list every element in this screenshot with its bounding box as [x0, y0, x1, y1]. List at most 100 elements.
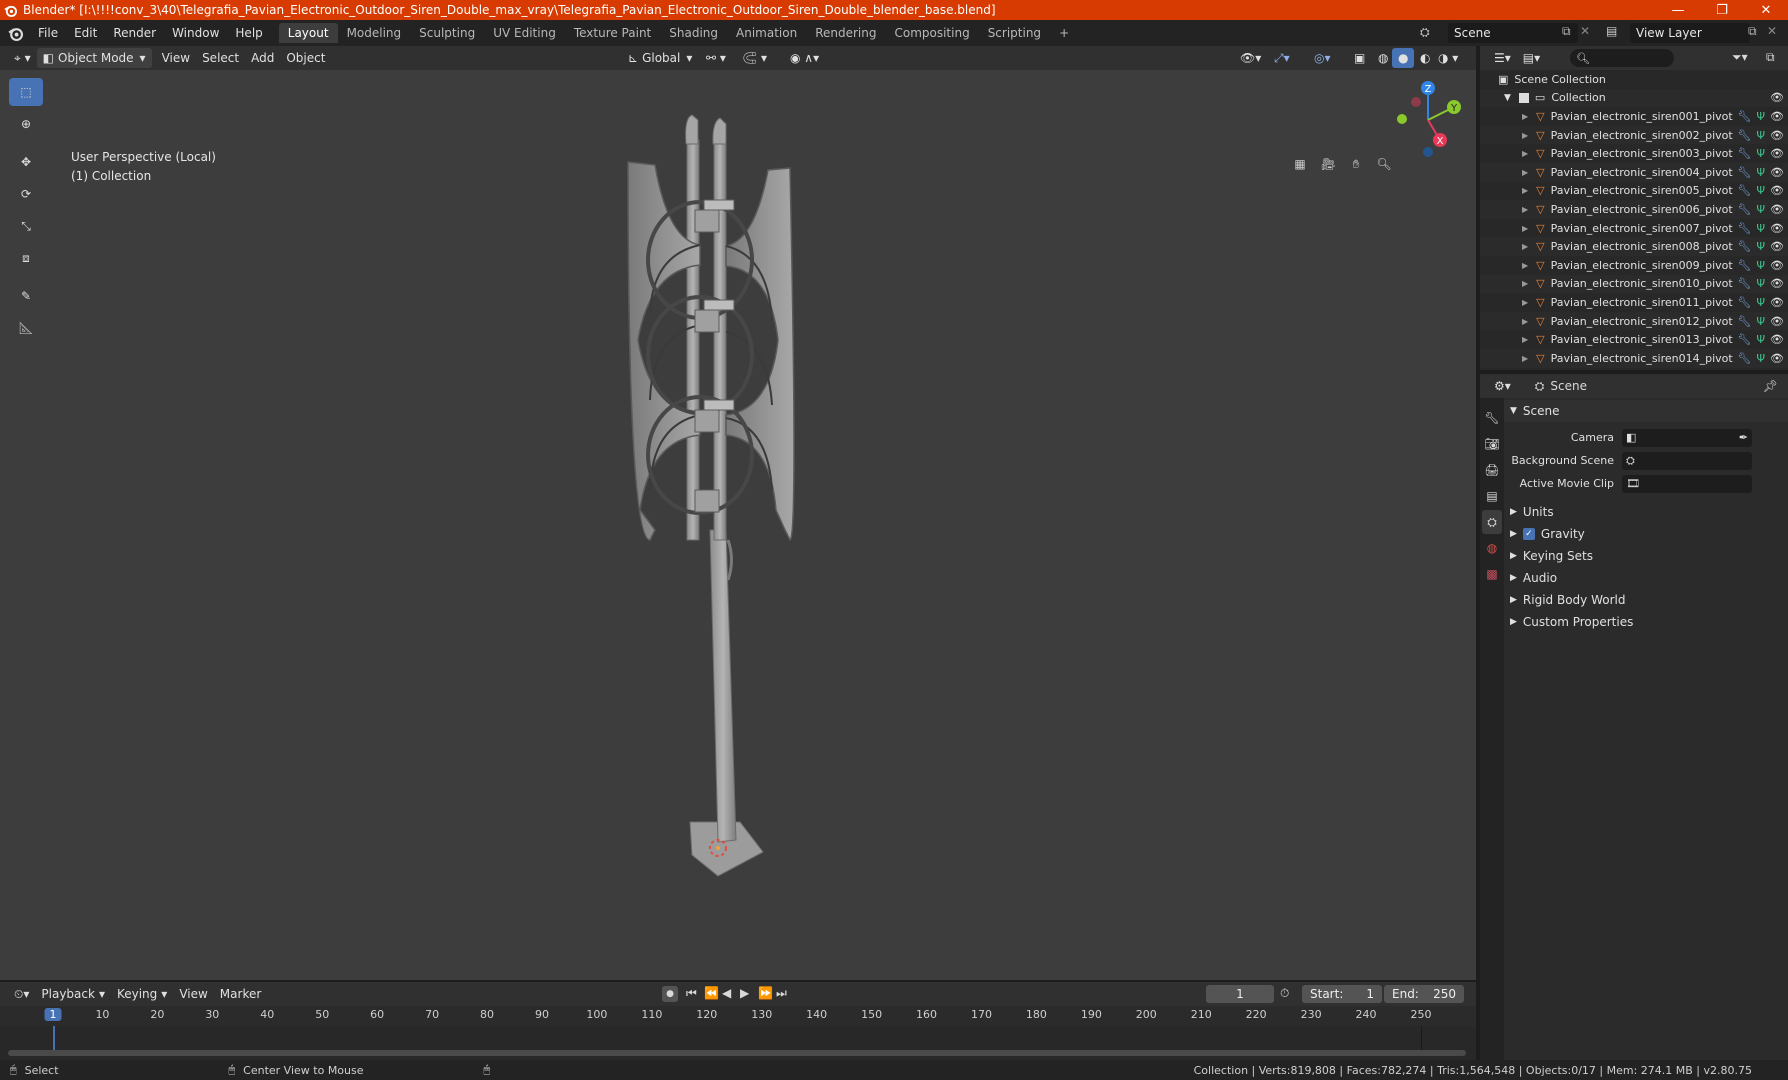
expand-arrow-icon[interactable]: ▶ — [1522, 261, 1528, 270]
zoom-view-icon[interactable]: 🔍︎ — [1370, 152, 1398, 176]
outliner-object-row[interactable]: ▶ ▽ Pavian_electronic_siren014_pivot 🔧︎ Ψ 👁︎ — [1480, 348, 1788, 368]
expand-arrow-icon[interactable]: ▶ — [1522, 112, 1528, 121]
outliner-editor-icon[interactable]: ☰▾ — [1488, 48, 1517, 68]
expand-arrow-icon[interactable]: ▶ — [1522, 224, 1528, 233]
modifier-wrench-icon[interactable]: 🔧︎ — [1737, 333, 1751, 346]
proportional-edit-icon[interactable]: ◉ ∧▾ — [784, 48, 825, 68]
expand-arrow-icon[interactable]: ▶ — [1522, 149, 1528, 158]
scale-tool[interactable]: ⤡ — [9, 212, 43, 240]
tab-sculpting[interactable]: Sculpting — [410, 23, 484, 43]
eyedropper-icon[interactable]: ✒ — [1739, 431, 1748, 444]
timeline-body[interactable] — [0, 1026, 1476, 1060]
vertex-group-icon[interactable]: Ψ — [1756, 315, 1765, 328]
visibility-eye-icon[interactable]: 👁︎ — [1770, 222, 1784, 235]
navigation-gizmo[interactable]: Z Y X — [1388, 80, 1468, 160]
gravity-checkbox[interactable]: ✓ — [1522, 528, 1535, 540]
scene-collection-row[interactable]: ▣ Scene Collection — [1480, 70, 1788, 89]
gizmo-toggle-icon[interactable]: ⤢▾ — [1268, 48, 1296, 68]
menu-render[interactable]: Render — [105, 26, 164, 40]
vertex-group-icon[interactable]: Ψ — [1756, 166, 1765, 179]
output-tab-icon[interactable]: 🖨︎ — [1482, 458, 1502, 482]
new-scene-icon[interactable]: ⧉ — [1562, 24, 1571, 39]
rigid-body-world-panel[interactable]: ▶ Rigid Body World — [1504, 589, 1788, 611]
menu-marker[interactable]: Marker — [214, 984, 267, 1004]
modifier-wrench-icon[interactable]: 🔧︎ — [1737, 203, 1751, 216]
expand-arrow-icon[interactable]: ▶ — [1522, 131, 1528, 140]
background-scene-field[interactable]: ⛭ — [1622, 451, 1752, 470]
visibility-icon[interactable]: 👁︎▾ — [1234, 48, 1267, 68]
next-keyframe-button[interactable]: ⏩ — [758, 986, 773, 1000]
vertex-group-icon[interactable]: Ψ — [1756, 203, 1765, 216]
scene-tab-icon[interactable]: ⛭ — [1482, 510, 1502, 534]
vertex-group-icon[interactable]: Ψ — [1756, 184, 1765, 197]
outliner-object-row[interactable]: ▶ ▽ Pavian_electronic_siren002_pivot 🔧︎ Ψ 👁︎ — [1480, 125, 1788, 145]
annotate-tool[interactable]: ✎ — [9, 282, 43, 310]
transform-orientation-dropdown[interactable]: ⊾ Global ▾ — [622, 48, 698, 68]
outliner-object-row[interactable]: ▶ ▽ Pavian_electronic_siren006_pivot 🔧︎ Ψ 👁︎ — [1480, 200, 1788, 219]
remove-scene-icon[interactable]: ✕ — [1580, 24, 1590, 38]
start-frame-field[interactable]: Start: 1 — [1302, 985, 1382, 1003]
tab-rendering[interactable]: Rendering — [806, 23, 885, 43]
modifier-wrench-icon[interactable]: 🔧︎ — [1737, 110, 1751, 123]
vertex-group-icon[interactable]: Ψ — [1756, 296, 1765, 309]
modifier-wrench-icon[interactable]: 🔧︎ — [1737, 259, 1751, 272]
outliner-search-input[interactable]: 🔍︎ — [1570, 49, 1674, 67]
view-layer-selector[interactable]: View Layer — [1630, 23, 1750, 43]
new-view-layer-icon[interactable]: ⧉ — [1748, 24, 1757, 39]
outliner-object-row[interactable]: ▶ ▽ Pavian_electronic_siren005_pivot 🔧︎ Ψ 👁︎ — [1480, 182, 1788, 201]
timeline-ruler[interactable]: 1 10 20 30 40 50 60 70 80 90 100 110 120 130 140 150 160… — [0, 1006, 1476, 1026]
visibility-eye-icon[interactable]: 👁︎ — [1770, 203, 1784, 216]
new-collection-icon[interactable]: ⧉ — [1766, 50, 1775, 65]
menu-select[interactable]: Select — [196, 48, 245, 68]
visibility-eye-icon[interactable]: 👁︎ — [1770, 259, 1784, 272]
visibility-eye-icon[interactable]: 👁︎ — [1770, 184, 1784, 197]
vertex-group-icon[interactable]: Ψ — [1756, 110, 1765, 123]
axis-neg-z-handle[interactable] — [1423, 147, 1433, 157]
toggle-perspective-icon[interactable]: ▦ — [1286, 152, 1314, 176]
modifier-wrench-icon[interactable]: 🔧︎ — [1737, 296, 1751, 309]
expand-arrow-icon[interactable]: ▶ — [1522, 335, 1528, 344]
tab-uv-editing[interactable]: UV Editing — [484, 23, 565, 43]
rotate-tool[interactable]: ⟳ — [9, 180, 43, 208]
vertex-group-icon[interactable]: Ψ — [1756, 129, 1765, 142]
modifier-wrench-icon[interactable]: 🔧︎ — [1737, 352, 1751, 365]
cursor-tool[interactable]: ⊕ — [9, 110, 43, 138]
modifier-wrench-icon[interactable]: 🔧︎ — [1737, 240, 1751, 253]
play-button[interactable]: ▶ — [740, 986, 749, 1000]
outliner-object-row[interactable]: ▶ ▽ Pavian_electronic_siren004_pivot 🔧︎ Ψ 👁︎ — [1480, 162, 1788, 182]
tab-texture-paint[interactable]: Texture Paint — [565, 23, 660, 43]
maximize-button[interactable]: ❐ — [1700, 0, 1744, 20]
visibility-eye-icon[interactable]: 👁︎ — [1770, 333, 1784, 346]
timeline-scrollbar[interactable] — [8, 1050, 1466, 1056]
outliner-object-row[interactable]: ▶ ▽ Pavian_electronic_siren012_pivot 🔧︎ Ψ 👁︎ — [1480, 311, 1788, 331]
visibility-eye-icon[interactable]: 👁︎ — [1770, 147, 1784, 160]
jump-start-button[interactable]: ⏮ — [686, 986, 697, 1001]
menu-help[interactable]: Help — [227, 26, 270, 40]
visibility-eye-icon[interactable]: 👁︎ — [1770, 277, 1784, 290]
world-tab-icon[interactable]: ◍ — [1482, 536, 1502, 560]
select-box-tool[interactable]: ⬚ — [9, 78, 43, 106]
shading-rendered-icon[interactable]: ◑ ▾ — [1432, 48, 1464, 68]
vertex-group-icon[interactable]: Ψ — [1756, 222, 1765, 235]
add-workspace-button[interactable]: + — [1050, 23, 1078, 43]
custom-properties-panel[interactable]: ▶ Custom Properties — [1504, 611, 1788, 633]
menu-file[interactable]: File — [30, 26, 66, 40]
outliner-object-row[interactable]: ▶ ▽ Pavian_electronic_siren009_pivot 🔧︎ Ψ 👁︎ — [1480, 256, 1788, 275]
collection-row[interactable]: ▼ ▭ Collection 👁︎ — [1480, 88, 1788, 108]
axis-neg-x-handle[interactable] — [1411, 97, 1421, 107]
expand-arrow-icon[interactable]: ▶ — [1522, 279, 1528, 288]
prev-keyframe-button[interactable]: ⏪ — [704, 986, 719, 1000]
modifier-wrench-icon[interactable]: 🔧︎ — [1737, 222, 1751, 235]
outliner-object-row[interactable]: ▶ ▽ Pavian_electronic_siren003_pivot 🔧︎ Ψ 👁︎ — [1480, 144, 1788, 163]
menu-add[interactable]: Add — [245, 48, 280, 68]
expand-arrow-icon[interactable]: ▶ — [1522, 186, 1528, 195]
shading-solid-icon[interactable]: ● — [1392, 48, 1415, 68]
expand-arrow-icon[interactable]: ▶ — [1522, 168, 1528, 177]
visibility-eye-icon[interactable]: 👁︎ — [1770, 352, 1784, 365]
audio-panel[interactable]: ▶ Audio — [1504, 567, 1788, 589]
modifier-wrench-icon[interactable]: 🔧︎ — [1737, 315, 1751, 328]
snap-icon[interactable]: 🧲︎ ▾ — [736, 48, 773, 68]
texture-tab-icon[interactable]: ▩ — [1482, 562, 1502, 586]
menu-edit[interactable]: Edit — [66, 26, 105, 40]
vertex-group-icon[interactable]: Ψ — [1756, 240, 1765, 253]
